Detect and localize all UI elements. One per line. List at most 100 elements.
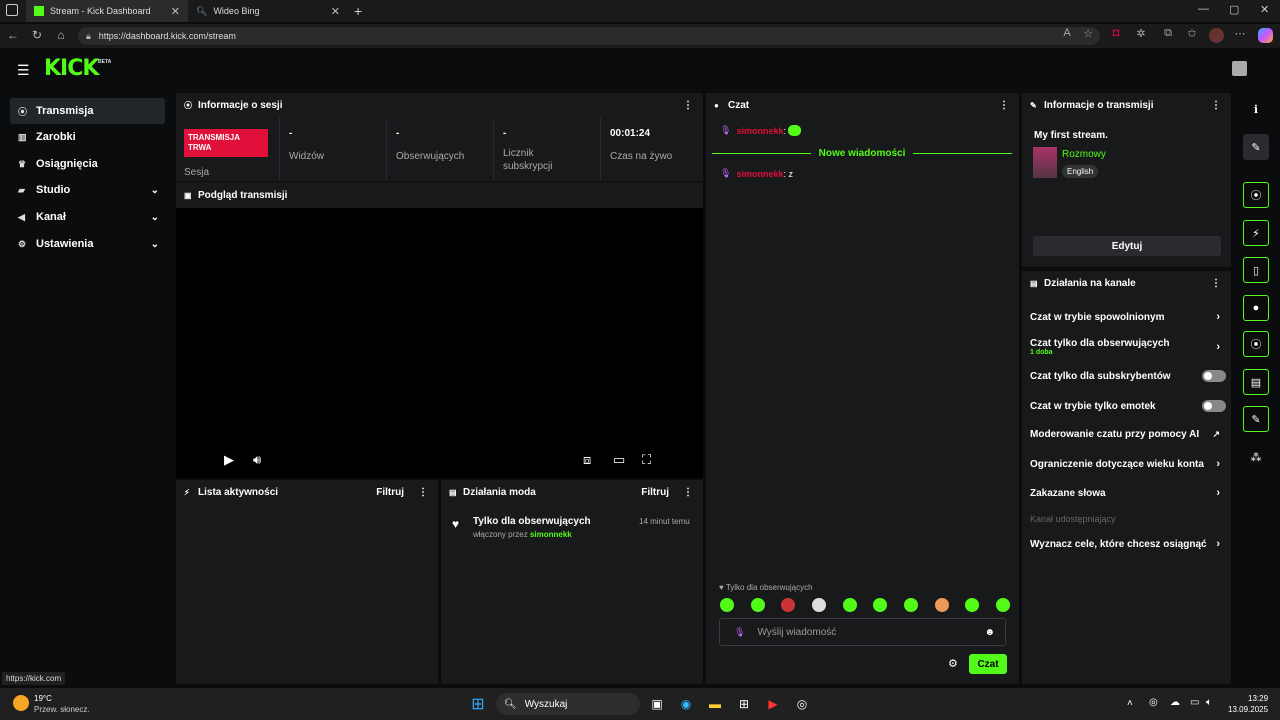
copilot-icon[interactable] — [1258, 28, 1273, 43]
play-icon[interactable]: ▶ — [224, 452, 234, 468]
action-followers-only[interactable]: Czat tylko dla obserwujących 1 doba › — [1030, 336, 1220, 358]
window-icon[interactable] — [6, 4, 18, 16]
share-icon[interactable]: ⁂ — [1243, 444, 1269, 470]
emote-icon[interactable] — [965, 598, 980, 612]
action-banned-words[interactable]: Zakazane słowa › — [1030, 487, 1220, 499]
action-ai-moderation[interactable]: Moderowanie czatu przy pomocy AI ↗ — [1030, 429, 1220, 440]
more-options-icon[interactable]: ⋮ — [683, 487, 693, 498]
channel-tool-icon[interactable]: ▤ — [1243, 369, 1269, 395]
action-set-goals[interactable]: Wyznacz cele, które chcesz osiągnąć › — [1030, 538, 1220, 550]
session-tool-icon[interactable]: ⦿ — [1243, 182, 1269, 208]
emote-icon[interactable] — [842, 598, 857, 612]
volume-icon[interactable]: 🔊︎ — [253, 452, 261, 468]
weather-icon[interactable] — [13, 695, 29, 711]
chat-settings-gear-icon[interactable]: ⚙ — [948, 657, 958, 670]
action-account-age[interactable]: Ograniczenie dotyczące wieku konta › — [1030, 458, 1220, 470]
sidebar-item-kanal[interactable]: ◀ Kanał ⌄ — [10, 204, 165, 230]
new-tab-icon[interactable]: + — [354, 3, 362, 19]
emote-icon[interactable] — [720, 598, 734, 612]
close-tab-icon[interactable]: ✕ — [171, 5, 180, 18]
sidebar-item-osiagniecia[interactable]: ♛ Osiągnięcia — [10, 151, 165, 177]
emoji-icon[interactable]: ☻ — [984, 627, 995, 638]
broadcast-tool-icon[interactable]: ⦿ — [1243, 331, 1269, 357]
youtube-icon[interactable]: ▶ — [763, 694, 783, 714]
stream-preview-video[interactable] — [176, 208, 703, 478]
edge-icon[interactable]: ◉ — [676, 694, 696, 714]
file-explorer-icon[interactable]: ▬ — [705, 694, 725, 714]
extensions-puzzle-icon[interactable]: ✲ — [1133, 27, 1149, 40]
address-bar[interactable]: 🔒︎ https://dashboard.kick.com/stream — [78, 27, 1100, 45]
wrench-tool-icon[interactable]: ✎ — [1243, 406, 1269, 432]
kick-logo[interactable]: KICK — [44, 56, 99, 81]
edit-pencil-icon[interactable]: ✎ — [1243, 134, 1269, 160]
sidebar-item-transmisja[interactable]: ⦿ Transmisja — [10, 98, 165, 124]
emote-icon[interactable] — [781, 598, 796, 612]
chat-username[interactable]: simonnekk — [736, 169, 783, 179]
profile-avatar[interactable] — [1209, 28, 1224, 43]
taskbar-search[interactable]: 🔍︎ Wyszukaj — [496, 693, 640, 715]
minimize-icon[interactable]: — — [1198, 3, 1209, 15]
onedrive-icon[interactable]: ☁ — [1170, 697, 1180, 708]
sidebar-item-studio[interactable]: ▰ Studio ⌄ — [10, 177, 165, 203]
more-options-icon[interactable]: ⋮ — [999, 100, 1009, 111]
emote-icon[interactable] — [934, 598, 949, 612]
tab-wideo-bing[interactable]: 🔍︎ Wideo Bing ✕ — [188, 0, 348, 22]
more-options-icon[interactable]: ⋮ — [1211, 278, 1221, 289]
info-icon[interactable]: ℹ — [1243, 96, 1269, 122]
user-avatar[interactable] — [1232, 61, 1247, 76]
tab-kick-dashboard[interactable]: Stream - Kick Dashboard ✕ — [26, 0, 188, 22]
speaker-icon[interactable]: 🔈︎ — [1206, 697, 1212, 708]
more-options-icon[interactable]: ⋮ — [418, 487, 428, 498]
close-window-icon[interactable]: ✕ — [1260, 3, 1269, 16]
notes-tool-icon[interactable]: ▯ — [1243, 257, 1269, 283]
beta-badge: BETA — [98, 59, 112, 65]
sidebar-item-ustawienia[interactable]: ⚙ Ustawienia ⌄ — [10, 231, 165, 257]
chat-send-button[interactable]: Czat — [969, 654, 1007, 674]
clock-date[interactable]: 13.09.2025 — [1228, 705, 1268, 714]
chat-tool-icon[interactable]: ● — [1243, 295, 1269, 321]
more-options-icon[interactable]: ⋮ — [1211, 100, 1221, 111]
chat-input[interactable]: 🎙︎ Wyślij wiadomość ☻ — [719, 618, 1006, 646]
tray-chevron-up-icon[interactable]: ˄ — [1127, 698, 1133, 709]
emote-icon[interactable] — [873, 598, 888, 612]
hamburger-menu-icon[interactable]: ☰ — [17, 62, 30, 79]
mod-entry-user[interactable]: simonnekk — [530, 530, 572, 539]
task-view-icon[interactable]: ▣ — [647, 694, 667, 714]
favorite-star-icon[interactable]: ☆ — [1080, 27, 1096, 40]
edit-button[interactable]: Edytuj — [1033, 236, 1221, 256]
emote-icon[interactable] — [750, 598, 765, 612]
back-icon[interactable]: ← — [5, 28, 21, 42]
reload-icon[interactable]: ↻ — [29, 28, 45, 42]
windows-start-icon[interactable]: ⊞ — [468, 694, 488, 714]
more-options-icon[interactable]: ⋮ — [683, 100, 693, 111]
split-screen-icon[interactable]: ⧉ — [1160, 27, 1176, 40]
subscribers-only-toggle[interactable] — [1202, 370, 1226, 382]
emote-only-toggle[interactable] — [1202, 400, 1226, 412]
fullscreen-icon[interactable]: ⛶ — [642, 452, 651, 468]
emote-icon[interactable] — [811, 598, 826, 612]
filter-button[interactable]: Filtruj — [641, 487, 669, 498]
favorites-icon[interactable]: ✩ — [1184, 27, 1200, 40]
emote-icon[interactable] — [995, 598, 1010, 612]
activity-tool-icon[interactable]: ⚡︎ — [1243, 220, 1269, 246]
tray-app-icon[interactable]: ◎ — [1149, 697, 1158, 708]
action-slow-mode[interactable]: Czat w trybie spowolnionym › — [1030, 311, 1220, 323]
close-tab-icon[interactable]: ✕ — [331, 5, 340, 18]
read-aloud-icon[interactable]: A — [1059, 27, 1075, 39]
chat-username[interactable]: simonnekk — [736, 126, 783, 136]
maximize-icon[interactable]: ▢ — [1229, 3, 1239, 16]
obs-icon[interactable]: ◎ — [792, 694, 812, 714]
store-icon[interactable]: ⊞ — [734, 694, 754, 714]
clock-time[interactable]: 13:29 — [1248, 694, 1268, 703]
emote-icon[interactable] — [903, 598, 918, 612]
category-link[interactable]: Rozmowy — [1062, 149, 1106, 160]
app-header — [0, 50, 1280, 90]
extension-icon[interactable]: ◘ — [1108, 27, 1124, 39]
sidebar-item-zarobki[interactable]: ▥ Zarobki — [10, 124, 165, 150]
home-icon[interactable]: ⌂ — [53, 28, 69, 42]
theater-mode-icon[interactable]: ▭ — [613, 452, 625, 468]
more-menu-icon[interactable]: ⋯ — [1232, 27, 1248, 40]
display-icon[interactable]: ▭ — [1190, 697, 1199, 708]
pip-icon[interactable]: ⧈ — [583, 452, 591, 468]
filter-button[interactable]: Filtruj — [376, 487, 404, 498]
